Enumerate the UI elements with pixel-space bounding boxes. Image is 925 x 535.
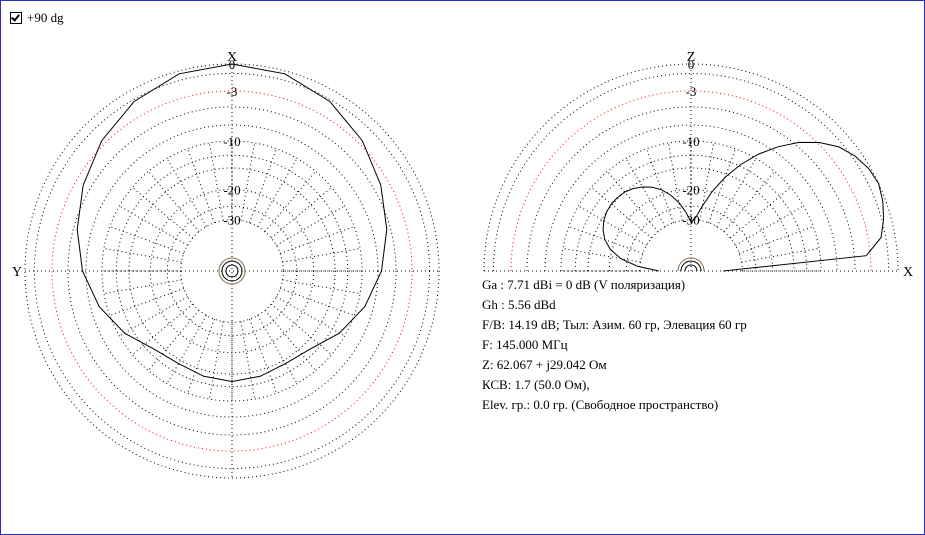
grid-spoke: [249, 319, 277, 394]
grid-spoke: [187, 319, 215, 394]
grid-spoke: [282, 279, 361, 295]
grid-spoke: [741, 247, 820, 263]
grid-spoke: [280, 288, 355, 316]
grid-ring: [560, 140, 822, 272]
grid-spoke: [103, 247, 182, 263]
grid-spoke: [282, 247, 361, 263]
grid-spoke: [708, 148, 736, 223]
grid-spoke: [625, 158, 666, 227]
azimuth-axis-top-label: X: [227, 50, 237, 65]
ring-label: -3: [686, 84, 697, 99]
grid-spoke: [119, 296, 188, 337]
azimuth-axis-left-label: Y: [12, 265, 22, 280]
grid-spoke: [103, 279, 182, 295]
grid-spoke: [276, 296, 345, 337]
antenna-pattern-window: +90 dg 0 -3 -10 -20 -30 X Y 0 -3 -10 -20 -30 Z X…: [0, 0, 925, 535]
antenna-info-panel: Ga : 7.71 dBi = 0 dB (V поляризация) Gh …: [482, 275, 747, 415]
grid-spoke: [667, 142, 683, 221]
grid-spoke: [109, 288, 184, 316]
azimuth-ring-labels: 0-3-10-20-30: [223, 57, 240, 228]
grid-spoke: [562, 247, 641, 263]
info-elevation: Elev. гр.: 0.0 гр. (Свободное пространст…: [482, 397, 719, 412]
grid-ring: [101, 140, 363, 402]
azimuth-grid: [24, 63, 440, 479]
grid-spoke: [208, 321, 224, 400]
info-impedance: Z: 62.067 + j29.042 Ом: [482, 357, 607, 372]
grid-spoke: [109, 226, 184, 254]
elevation-axis-top-label: Z: [687, 50, 696, 65]
info-frequency: F: 145.000 МГц: [482, 337, 568, 352]
grid-spoke: [276, 205, 345, 246]
grid-spoke: [280, 226, 355, 254]
ring-label: -3: [227, 84, 238, 99]
grid-spoke: [568, 226, 643, 254]
polar-plots: 0-3-10-20-30 X Y 0-3-10-20-30 Z X: [12, 50, 913, 479]
grid-ring: [180, 219, 284, 323]
grid-spoke: [699, 142, 715, 221]
grid-spoke: [240, 321, 256, 400]
elevation-axis-right-label: X: [903, 265, 913, 280]
grid-spoke: [166, 315, 207, 384]
ring-label: -10: [223, 134, 240, 149]
grid-spoke: [119, 205, 188, 246]
info-swr: КСВ: 1.7 (50.0 Ом),: [482, 377, 590, 392]
grid-spoke: [240, 142, 256, 221]
ring-label: -20: [682, 182, 699, 197]
info-gain-dbd: Gh : 5.56 dBd: [482, 297, 556, 312]
grid-ring: [24, 63, 440, 479]
grid-spoke: [208, 142, 224, 221]
grid-ring: [492, 72, 890, 272]
grid-spoke: [646, 148, 674, 223]
ring-label: -30: [223, 213, 240, 228]
grid-spoke: [187, 148, 215, 223]
info-front-back: F/B: 14.19 dB; Тыл: Азим. 60 гр, Элеваци…: [482, 317, 747, 332]
grid-spoke: [257, 315, 298, 384]
info-gain-dbi: Ga : 7.71 dBi = 0 dB (V поляризация): [482, 277, 686, 292]
grid-spoke: [166, 158, 207, 227]
grid-spoke: [257, 158, 298, 227]
centre-ring: [225, 264, 239, 278]
grid-ring: [510, 90, 872, 272]
grid-spoke: [739, 226, 814, 254]
ring-label: -10: [682, 134, 699, 149]
grid-spoke: [735, 205, 804, 246]
ring-label: -20: [223, 182, 240, 197]
grid-spoke: [578, 205, 647, 246]
